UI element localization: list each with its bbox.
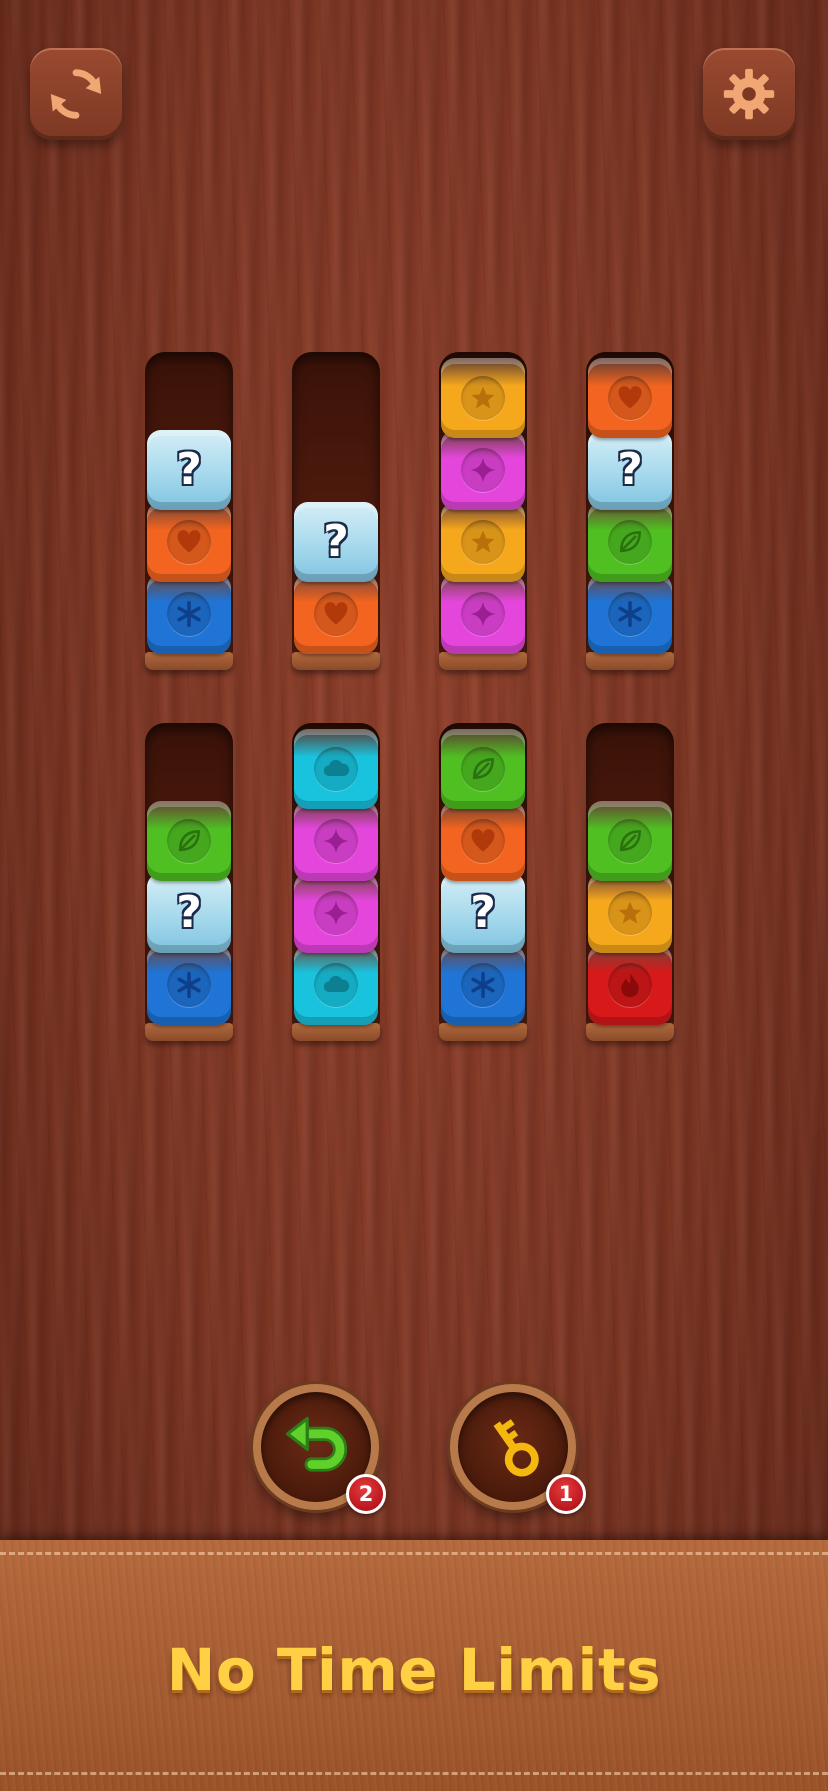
question-mark: ? [176,444,202,495]
tube-slot[interactable]: ? [145,723,233,1041]
sparkle-icon [461,592,505,636]
yellow-star-block [441,358,525,438]
cyan-cloud-block [294,945,378,1025]
question-mark-icon: ? [461,891,505,935]
yellow-star-block [441,502,525,582]
blue-snowflake-block [147,945,231,1025]
tube-slot[interactable] [292,723,380,1041]
orange-heart-block [588,358,672,438]
question-mark-icon: ? [314,520,358,564]
heart-icon [167,520,211,564]
green-leaf-block [147,801,231,881]
leaf-icon [608,520,652,564]
yellow-star-block [588,873,672,953]
snowflake-icon [167,592,211,636]
tube-slot[interactable]: ? [586,352,674,670]
banner-title: No Time Limits [166,1636,662,1704]
orange-heart-block [294,574,378,654]
question-mark: ? [176,887,202,938]
orange-heart-block [441,801,525,881]
banner-stitch-bottom [0,1772,828,1775]
slot-base [439,1023,527,1041]
green-leaf-block [441,729,525,809]
pink-sparkle-block [294,873,378,953]
heart-icon [314,592,358,636]
question-mark: ? [617,444,643,495]
star-icon [461,376,505,420]
slot-base [145,1023,233,1041]
sparkle-icon [314,819,358,863]
pink-sparkle-block [441,574,525,654]
tube-slot[interactable]: ? [145,352,233,670]
settings-button[interactable] [703,48,795,140]
mystery-block: ? [294,502,378,582]
leaf-icon [167,819,211,863]
question-mark: ? [470,887,496,938]
blue-snowflake-block [588,574,672,654]
tube-slot[interactable] [586,723,674,1041]
question-mark: ? [323,516,349,567]
undo-count-badge: 2 [346,1474,386,1514]
leaf-icon [608,819,652,863]
star-icon [461,520,505,564]
mystery-block: ? [147,430,231,510]
cyan-cloud-block [294,729,378,809]
tube-slot[interactable]: ? [439,723,527,1041]
tube-slot[interactable] [439,352,527,670]
red-flame-block [588,945,672,1025]
sparkle-icon [314,891,358,935]
slot-base [586,652,674,670]
sparkle-icon [461,448,505,492]
refresh-icon [50,69,102,119]
slot-base [439,652,527,670]
heart-icon [608,376,652,420]
orange-heart-block [147,502,231,582]
pink-sparkle-block [294,801,378,881]
blue-snowflake-block [147,574,231,654]
cloud-icon [314,963,358,1007]
undo-arrow-icon [285,1416,348,1472]
flame-icon [608,963,652,1007]
pink-sparkle-block [441,430,525,510]
green-leaf-block [588,502,672,582]
snowflake-icon [461,963,505,1007]
question-mark-icon: ? [167,891,211,935]
gear-icon [723,68,775,120]
heart-icon [461,819,505,863]
snowflake-icon [167,963,211,1007]
key-icon [493,1419,539,1477]
restart-button[interactable] [30,48,122,140]
slot-base [145,652,233,670]
leaf-icon [461,747,505,791]
cloud-icon [314,747,358,791]
mystery-block: ? [588,430,672,510]
question-mark-icon: ? [608,448,652,492]
slot-base [586,1023,674,1041]
banner-stitch-top [0,1552,828,1555]
hint-count-badge: 1 [546,1474,586,1514]
question-mark-icon: ? [167,448,211,492]
blue-snowflake-block [441,945,525,1025]
green-leaf-block [588,801,672,881]
mystery-block: ? [147,873,231,953]
tube-slot[interactable]: ? [292,352,380,670]
star-icon [608,891,652,935]
wood-background [0,0,828,1540]
slot-base [292,652,380,670]
mystery-block: ? [441,873,525,953]
slot-base [292,1023,380,1041]
snowflake-icon [608,592,652,636]
